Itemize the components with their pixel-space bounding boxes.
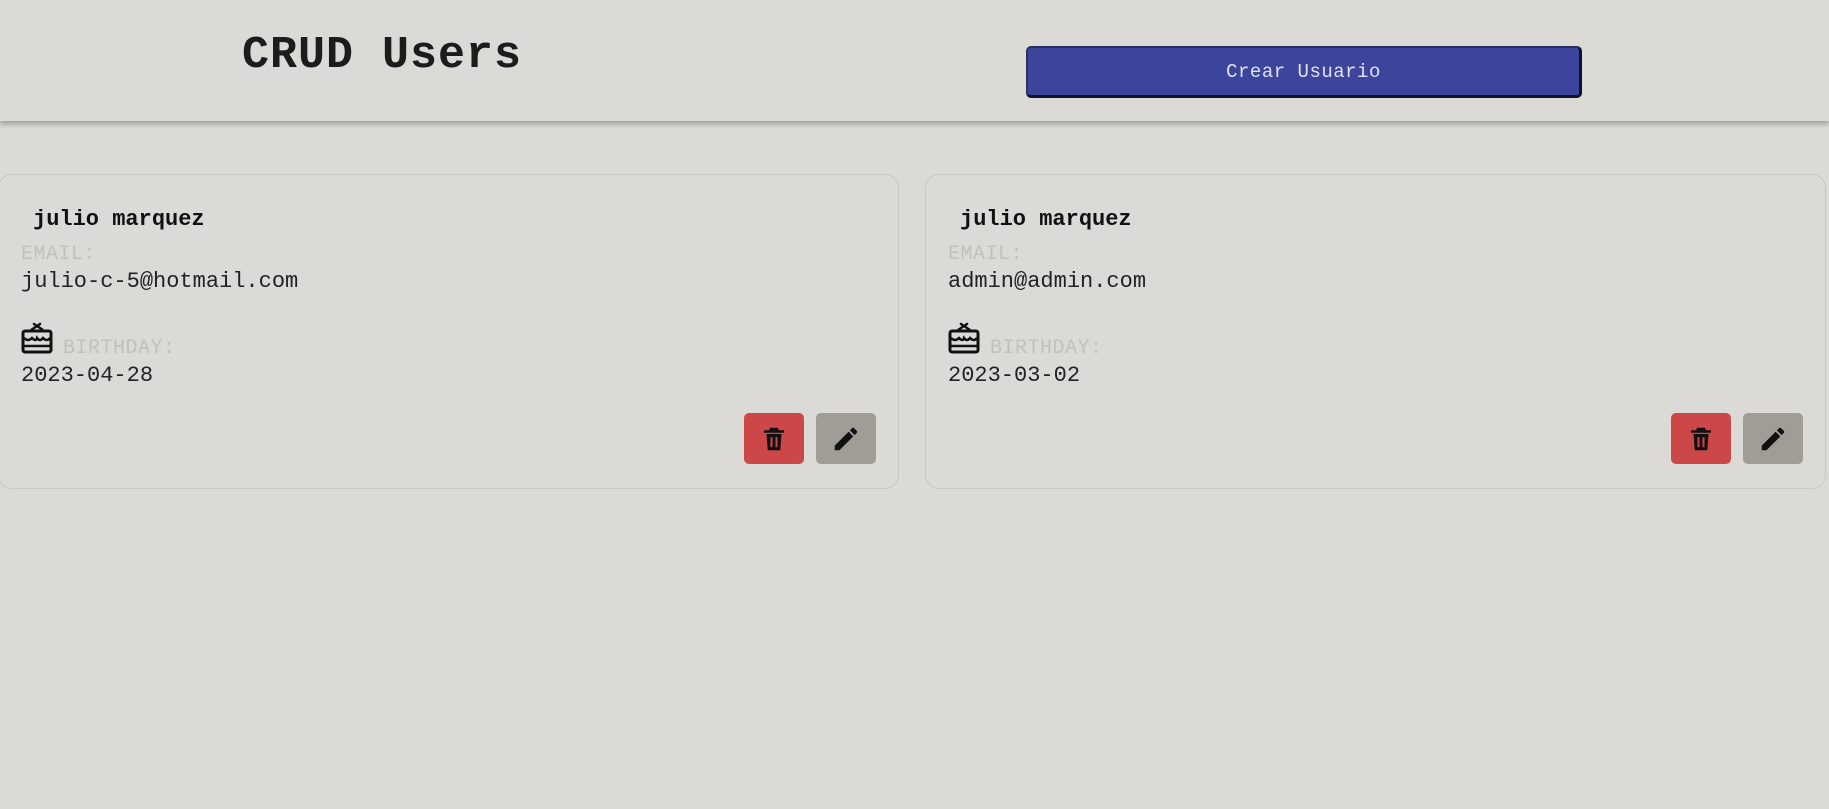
app-header: CRUD Users Crear Usuario (0, 0, 1829, 121)
user-card: julio marquez EMAIL: julio-c-5@hotmail.c… (0, 174, 899, 489)
user-birthday: 2023-03-02 (948, 363, 1081, 388)
user-name: julio marquez (960, 207, 1132, 232)
user-name: julio marquez (33, 207, 205, 232)
user-email: julio-c-5@hotmail.com (21, 269, 299, 294)
delete-user-button[interactable] (1671, 413, 1731, 464)
user-card: julio marquez EMAIL: admin@admin.com BIR… (925, 174, 1826, 489)
delete-user-button[interactable] (744, 413, 804, 464)
email-label: EMAIL: (948, 243, 1024, 266)
birthday-label: BIRTHDAY: (990, 337, 1103, 360)
user-email: admin@admin.com (948, 269, 1147, 294)
pencil-icon (834, 427, 858, 450)
trash-icon (1691, 427, 1711, 450)
edit-user-button[interactable] (816, 413, 876, 464)
pencil-icon (1761, 427, 1785, 450)
user-birthday: 2023-04-28 (21, 363, 154, 388)
cake-icon (948, 322, 980, 354)
cake-icon (21, 322, 53, 354)
page-title: CRUD Users (242, 30, 523, 81)
edit-user-button[interactable] (1743, 413, 1803, 464)
create-user-button[interactable]: Crear Usuario (1026, 46, 1582, 98)
email-label: EMAIL: (21, 243, 97, 266)
trash-icon (764, 427, 784, 450)
birthday-label: BIRTHDAY: (63, 337, 176, 360)
